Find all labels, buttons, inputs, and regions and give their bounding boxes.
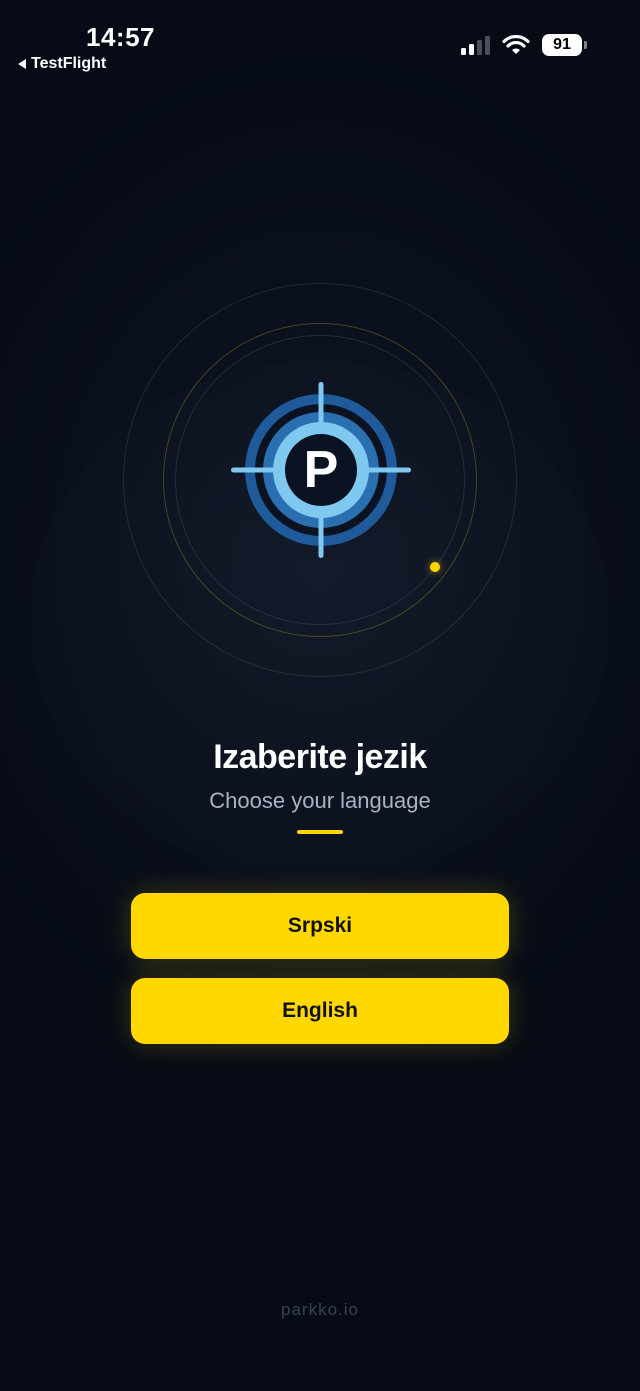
battery-level: 91: [553, 36, 571, 53]
page-subtitle: Choose your language: [209, 788, 431, 813]
back-app-label: TestFlight: [31, 55, 107, 72]
battery-icon: 91: [542, 34, 587, 56]
page-title: Izaberite jezik: [213, 738, 427, 776]
orbit-dot: [430, 562, 440, 572]
back-arrow-icon: [18, 59, 26, 69]
cellular-signal-icon: [461, 35, 490, 55]
status-time: 14:57: [86, 22, 155, 52]
wifi-icon: [502, 35, 530, 54]
title-underline: [297, 830, 343, 834]
footer-domain: parkko.io: [281, 1300, 359, 1319]
logo-letter: P: [304, 441, 339, 499]
language-button-english[interactable]: English: [131, 978, 509, 1044]
language-button-srpski[interactable]: Srpski: [131, 893, 509, 959]
status-indicators: 91: [461, 34, 587, 56]
parking-target-logo: P: [231, 380, 411, 560]
back-to-app-link[interactable]: TestFlight: [18, 55, 106, 73]
language-screen: 14:57 TestFlight 91 P Izaberite jezik Ch…: [0, 0, 640, 1391]
